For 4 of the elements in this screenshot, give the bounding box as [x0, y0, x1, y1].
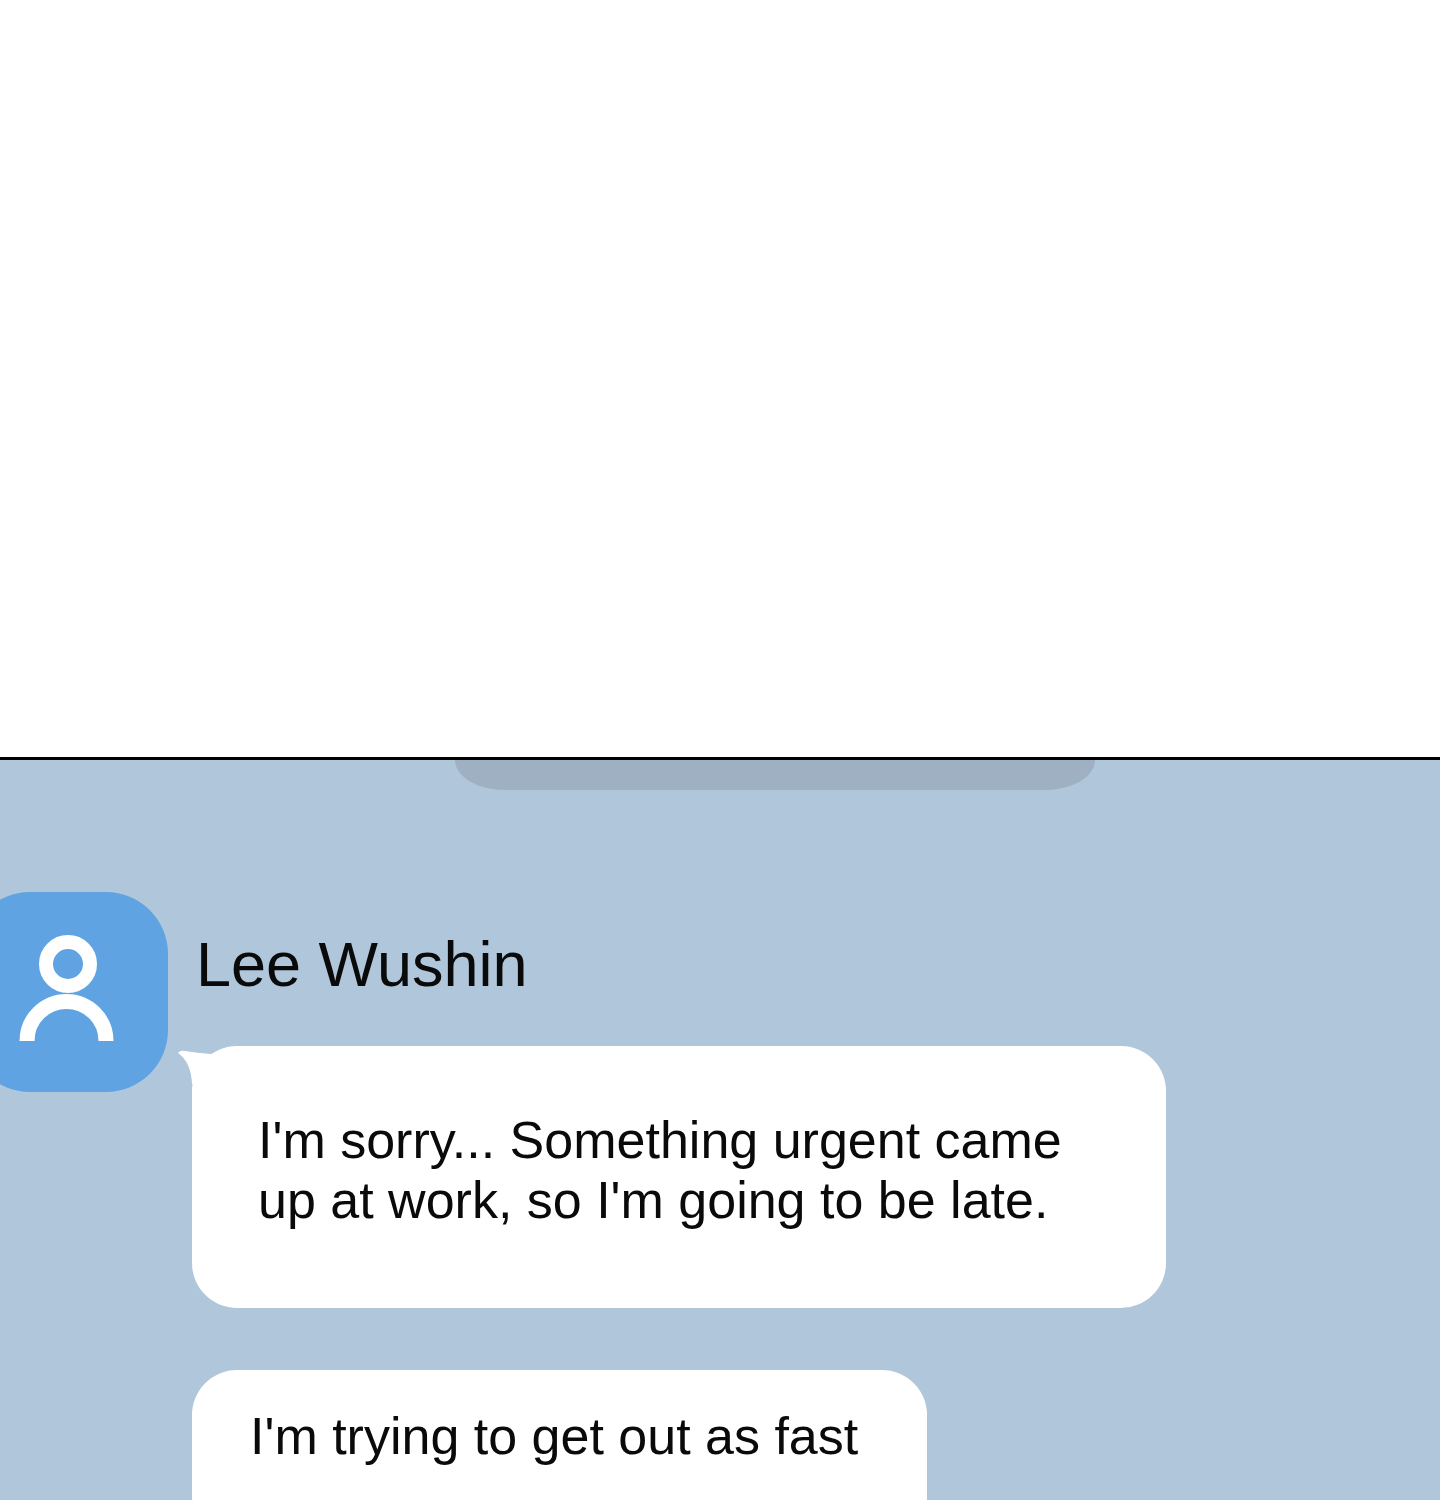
message-text: I'm trying to get out as fast — [250, 1406, 860, 1466]
message-text: I'm sorry... Something urgent came up at work, so I'm going to be late. — [258, 1110, 1063, 1230]
user-avatar-icon — [0, 892, 168, 1092]
contact-name: Lee Wushin — [196, 933, 528, 996]
